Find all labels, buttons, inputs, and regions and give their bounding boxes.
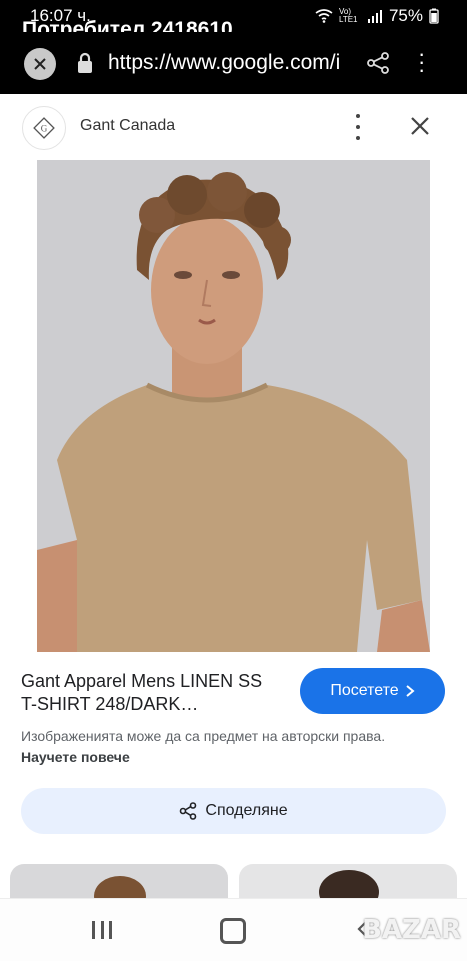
watermark-logo: BAZAR bbox=[362, 915, 461, 945]
copyright-text: Изображенията може да са предмет на авто… bbox=[21, 728, 386, 744]
close-tab-button[interactable] bbox=[24, 48, 56, 80]
svg-text:G: G bbox=[41, 124, 48, 134]
battery-percent: 75% bbox=[388, 6, 423, 25]
url-text[interactable]: https://www.google.com/i bbox=[108, 51, 348, 75]
battery-icon bbox=[429, 8, 439, 24]
gant-logo-icon: G bbox=[33, 117, 55, 139]
result-title[interactable]: Gant Apparel Mens LINEN SS T-SHIRT 248/D… bbox=[21, 670, 281, 716]
share-icon bbox=[180, 802, 197, 820]
visit-button-label: Посетете bbox=[330, 682, 399, 699]
learn-more-link[interactable]: Научете повече bbox=[21, 749, 130, 765]
url-bar: https://www.google.com/i · · · bbox=[0, 32, 467, 94]
wifi-icon bbox=[315, 9, 333, 23]
model-photo bbox=[37, 160, 430, 652]
lock-icon bbox=[78, 52, 92, 73]
network-label: Vo) LTE1 bbox=[338, 7, 358, 24]
site-header: G Gant Canada bbox=[0, 94, 467, 160]
share-button-label: Споделяне bbox=[205, 802, 288, 819]
share-icon[interactable] bbox=[366, 52, 390, 74]
more-options-icon[interactable]: · · · bbox=[418, 43, 425, 81]
site-name[interactable]: Gant Canada bbox=[80, 117, 175, 135]
copyright-notice: Изображенията може да са предмет на авто… bbox=[21, 726, 431, 768]
close-panel-icon[interactable] bbox=[410, 116, 430, 136]
site-more-icon[interactable] bbox=[350, 114, 366, 140]
close-icon bbox=[34, 58, 46, 70]
system-nav-bar: BAZAR bbox=[0, 898, 467, 961]
chevron-right-icon bbox=[406, 685, 415, 697]
visit-button[interactable]: Посетете bbox=[300, 668, 445, 714]
product-image[interactable] bbox=[37, 160, 430, 652]
recent-apps-icon[interactable] bbox=[92, 921, 112, 939]
site-logo: G bbox=[22, 106, 66, 150]
signal-icon bbox=[367, 10, 382, 23]
share-button[interactable]: Споделяне bbox=[21, 788, 446, 834]
home-icon[interactable] bbox=[220, 918, 246, 944]
status-icons: Vo) LTE1 75% bbox=[315, 6, 439, 26]
